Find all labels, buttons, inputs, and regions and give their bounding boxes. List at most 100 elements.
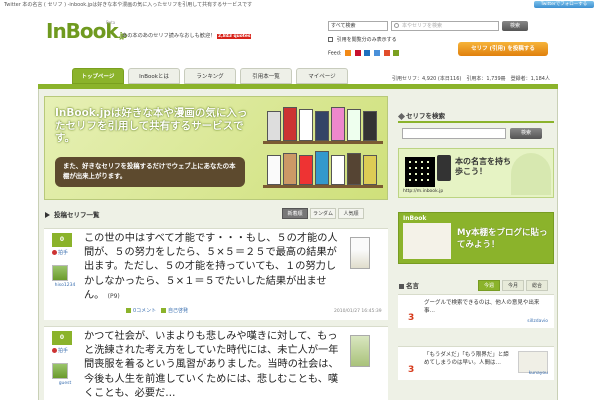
mini-bookshelf-illustration <box>403 223 451 259</box>
search-filter-label: 引用を閲覧分のみ表示する <box>336 37 397 43</box>
bookshelf-illustration <box>263 105 383 197</box>
live-icon[interactable] <box>383 50 390 56</box>
tab-random[interactable]: ランダム <box>310 208 336 219</box>
triangle-icon <box>45 212 50 218</box>
shelf-board <box>263 141 383 144</box>
tab-mypage[interactable]: マイページ <box>296 68 348 84</box>
book-cover <box>347 153 361 185</box>
banner-headline: InBook.jpは好きな本や漫画の気に入ったセリフを引用して共有するサービスで… <box>55 107 248 144</box>
feed-label: Feed: <box>328 50 342 57</box>
tab-popular[interactable]: 人気順 <box>338 208 364 219</box>
tab-about[interactable]: InBookとは <box>128 68 180 84</box>
avatar[interactable] <box>52 363 68 379</box>
post-date: 2010/01/27 16:45:39 <box>334 309 382 314</box>
post-meta: 0コメント 自己啓発 <box>126 307 188 314</box>
book-cover <box>267 155 281 185</box>
book-cover <box>331 155 345 185</box>
search-icon <box>394 23 399 28</box>
mobile-url: http://m.inbook.jp <box>403 189 444 194</box>
list-item[interactable]: 3 グーグルで検索できるのは、他人の意見や出来事… sillzdavio <box>398 294 554 328</box>
post-username[interactable]: hiso1234 <box>50 283 80 288</box>
book-cover <box>283 153 297 185</box>
hatena-icon[interactable] <box>364 50 371 56</box>
search-input[interactable]: 本やセリフを検索 <box>391 21 499 31</box>
yahoo-icon[interactable] <box>354 50 361 56</box>
quote-author-link[interactable]: kunayou <box>529 371 548 376</box>
site-logo[interactable]: InBook.jp Beta <box>46 18 127 44</box>
book-cover <box>347 109 361 141</box>
sidebar-search-input[interactable] <box>402 128 506 139</box>
sidebar-search-title: セリフを検索 <box>397 110 554 123</box>
post-item: 0 拍手 guest かつて社会が、いまよりも悲しみや嘆きに対して、もっと洗練さ… <box>44 326 388 400</box>
top-description-text: Twitter 本の名言 ( セリフ ) -inbook.jpは好きな本や漫画の… <box>4 2 253 8</box>
quote-count-badge: 2,843 quotes <box>217 34 252 39</box>
avatar[interactable] <box>52 265 68 281</box>
search-filter-checkbox[interactable] <box>328 37 333 42</box>
person-illustration <box>511 153 551 195</box>
tag-icon <box>160 308 166 313</box>
quote-thumbnail <box>518 351 548 373</box>
post-comment-link[interactable]: 0コメント <box>133 308 156 314</box>
post-page-number: (P9) <box>107 292 120 300</box>
comment-icon <box>126 308 131 313</box>
heart-icon <box>52 348 57 353</box>
post-username[interactable]: guest <box>50 381 80 386</box>
blog-widget-message: My本棚をブログに貼ってみよう！ <box>457 228 548 250</box>
book-cover <box>363 111 377 141</box>
clap-button[interactable]: 拍手 <box>52 347 68 354</box>
book-cover <box>267 111 281 141</box>
rss-icon[interactable] <box>345 50 352 56</box>
posts-section-title: 投稿セリフ一覧 <box>44 208 388 222</box>
quote-author-link[interactable]: sillzdavio <box>527 319 548 324</box>
book-cover-thumbnail[interactable] <box>350 335 370 367</box>
quote-rank-count: 3 <box>408 365 415 375</box>
search-scope-select[interactable]: すべて検索 <box>328 21 388 31</box>
tab-ranking[interactable]: ランキング <box>184 68 236 84</box>
phone-icon <box>437 155 451 181</box>
tab-week[interactable]: 今週 <box>478 280 500 291</box>
book-cover <box>299 155 313 185</box>
book-cover <box>331 107 345 141</box>
book-cover <box>283 107 297 141</box>
clap-button[interactable]: 拍手 <box>52 249 68 256</box>
quote-rank-count: 3 <box>408 313 415 323</box>
intro-banner: InBook.jpは好きな本や漫画の気に入ったセリフを引用して共有するサービスで… <box>44 96 388 200</box>
google-icon[interactable] <box>374 50 380 56</box>
book-cover <box>315 111 329 141</box>
qr-code <box>405 157 435 187</box>
sidebar-search-button[interactable]: 検索 <box>510 128 542 139</box>
tab-top[interactable]: トップページ <box>72 68 124 84</box>
site-tagline: あの本のあのセリフ読みなおしも歓迎！ 2,843 quotes <box>122 33 252 39</box>
bloglines-icon[interactable] <box>393 50 400 56</box>
search-filter-checkbox-row: 引用を閲覧分のみ表示する <box>328 36 397 43</box>
list-item[interactable]: 3 「もうダメだ」「もう限界だ」と諦めてしまうのは早い。人間は… kunayou <box>398 346 554 380</box>
mobile-qr-box[interactable]: http://m.inbook.jp 本の名言を持ち歩こう！ <box>398 148 554 198</box>
shelf-board <box>263 185 383 188</box>
post-item: 0 拍手 hiso1234 この世の中はすべて才能です・・・もし、５の才能の人間… <box>44 228 388 320</box>
quote-icon <box>399 284 404 289</box>
top-description-bar: Twitter 本の名言 ( セリフ ) -inbook.jpは好きな本や漫画の… <box>0 0 600 8</box>
blog-widget-label: InBook <box>403 215 427 222</box>
banner-bubble: また、好きなセリフを投稿するだけでウェブ上にあなたの本棚が出来上がります。 <box>55 157 245 187</box>
mobile-promo-text: 本の名言を持ち歩こう！ <box>455 157 511 176</box>
tab-all[interactable]: 総合 <box>526 280 548 291</box>
search-button[interactable]: 検索 <box>502 21 528 31</box>
twitter-follow-button[interactable]: Twitterでフォローする <box>534 1 594 8</box>
clap-count: 0 <box>52 331 72 345</box>
quote-text: グーグルで検索できるのは、他人の意見や出来事… <box>424 300 540 314</box>
site-stats: 引用セリフ：4,920 (本日116) 引用本：1,739冊 登録者：1,184… <box>392 76 550 82</box>
heart-icon <box>52 250 57 255</box>
logo-beta-label: Beta <box>106 20 116 25</box>
blog-widget-banner[interactable]: InBook My本棚をブログに貼ってみよう！ <box>398 212 554 264</box>
post-quote-text: かつて社会が、いまよりも悲しみや嘆きに対して、もっと洗練された考え方をしていた時… <box>84 331 339 399</box>
pencil-icon <box>397 112 406 121</box>
post-tag-link[interactable]: 自己啓発 <box>168 308 188 314</box>
book-cover <box>363 155 377 185</box>
tab-newest[interactable]: 新着順 <box>282 208 308 219</box>
post-quote-text: この世の中はすべて才能です・・・もし、５の才能の人間が、５の努力をしたら、５×５… <box>84 233 338 301</box>
tab-month[interactable]: 今月 <box>502 280 524 291</box>
post-quote-button[interactable]: セリフ (引用) を投稿する <box>458 42 548 56</box>
book-cover-thumbnail[interactable] <box>350 237 370 269</box>
book-cover <box>315 151 329 185</box>
tab-book-list[interactable]: 引用本一覧 <box>240 68 292 84</box>
